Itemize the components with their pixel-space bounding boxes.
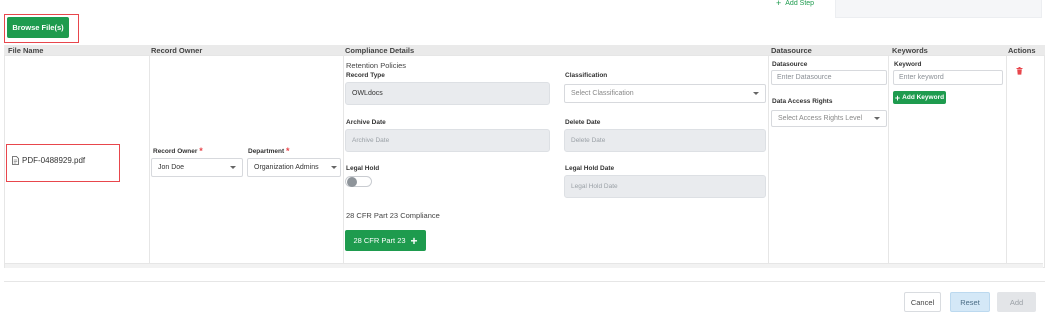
- cfr-part-23-button[interactable]: 28 CFR Part 23 +: [345, 230, 426, 251]
- column-header-actions: Actions: [1008, 46, 1036, 55]
- classification-label: Classification: [565, 72, 608, 79]
- chevron-down-icon: [331, 166, 337, 169]
- required-asterisk: *: [285, 146, 290, 156]
- legal-hold-date-field[interactable]: Legal Hold Date: [564, 175, 766, 198]
- archive-date-field[interactable]: Archive Date: [345, 129, 550, 152]
- toggle-knob: [347, 177, 357, 187]
- column-divider: [149, 56, 150, 263]
- datasource-input[interactable]: Enter Datasource: [771, 70, 887, 85]
- add-step-label: Add Step: [785, 0, 815, 7]
- record-type-field[interactable]: OWLdocs: [345, 82, 550, 105]
- archive-date-label: Archive Date: [346, 119, 386, 126]
- plus-icon: +: [410, 233, 418, 248]
- column-divider: [888, 56, 889, 263]
- cancel-button[interactable]: Cancel: [904, 292, 941, 312]
- access-rights-select[interactable]: Select Access Rights Level: [771, 110, 887, 127]
- file-name-text: PDF-0488929.pdf: [22, 156, 86, 165]
- top-right-panel: [835, 0, 1042, 18]
- add-keyword-button[interactable]: + Add Keyword: [893, 91, 946, 104]
- footer-divider: [4, 281, 1045, 282]
- delete-date-field[interactable]: Delete Date: [564, 129, 766, 152]
- record-owner-select[interactable]: Jon Doe: [151, 158, 243, 177]
- record-owner-value: Jon Doe: [158, 164, 185, 171]
- keyword-label: Keyword: [894, 61, 922, 68]
- required-asterisk: *: [199, 146, 203, 156]
- column-header-record-owner: Record Owner: [151, 46, 203, 55]
- column-header-file-name: File Name: [8, 46, 44, 55]
- classification-placeholder: Select Classification: [571, 90, 634, 97]
- delete-date-label: Delete Date: [565, 119, 601, 126]
- trash-icon[interactable]: [1016, 67, 1023, 75]
- column-divider: [768, 56, 769, 263]
- access-rights-placeholder: Select Access Rights Level: [778, 115, 863, 122]
- datasource-label: Datasource: [772, 61, 808, 68]
- chevron-down-icon: [230, 166, 236, 169]
- legal-hold-date-label: Legal Hold Date: [565, 165, 615, 172]
- add-keyword-label: Add Keyword: [902, 94, 945, 101]
- department-label: Department *: [248, 146, 290, 156]
- cfr-button-label: 28 CFR Part 23: [353, 236, 406, 245]
- cfr-compliance-title: 28 CFR Part 23 Compliance: [346, 211, 440, 220]
- plus-icon: +: [776, 0, 782, 8]
- keyword-input[interactable]: Enter keyword: [893, 70, 1003, 85]
- file-icon: [12, 156, 19, 165]
- file-name-cell: PDF-0488929.pdf: [12, 156, 85, 165]
- column-header-datasource: Datasource: [771, 46, 812, 55]
- add-button[interactable]: Add: [997, 292, 1036, 312]
- record-type-label: Record Type: [346, 72, 385, 79]
- data-access-rights-label: Data Access Rights: [772, 98, 833, 105]
- column-divider: [1006, 56, 1007, 263]
- department-value: Organization Admins: [254, 164, 319, 171]
- legal-hold-toggle[interactable]: [345, 176, 372, 187]
- horizontal-scrollbar[interactable]: [5, 264, 1043, 268]
- column-header-keywords: Keywords: [892, 46, 928, 55]
- chevron-down-icon: [753, 92, 759, 95]
- add-step-link[interactable]: + Add Step: [776, 0, 815, 8]
- chevron-down-icon: [874, 117, 880, 120]
- classification-select[interactable]: Select Classification: [564, 84, 766, 103]
- legal-hold-label: Legal Hold: [346, 165, 380, 172]
- department-select[interactable]: Organization Admins: [247, 158, 341, 177]
- plus-icon: +: [894, 92, 901, 103]
- column-divider: [343, 56, 344, 263]
- reset-button[interactable]: Reset: [950, 292, 990, 312]
- retention-policies-title: Retention Policies: [346, 61, 407, 70]
- column-header-compliance-details: Compliance Details: [345, 46, 415, 55]
- browse-files-button[interactable]: Browse File(s): [7, 17, 69, 38]
- record-owner-label: Record Owner *: [153, 146, 203, 156]
